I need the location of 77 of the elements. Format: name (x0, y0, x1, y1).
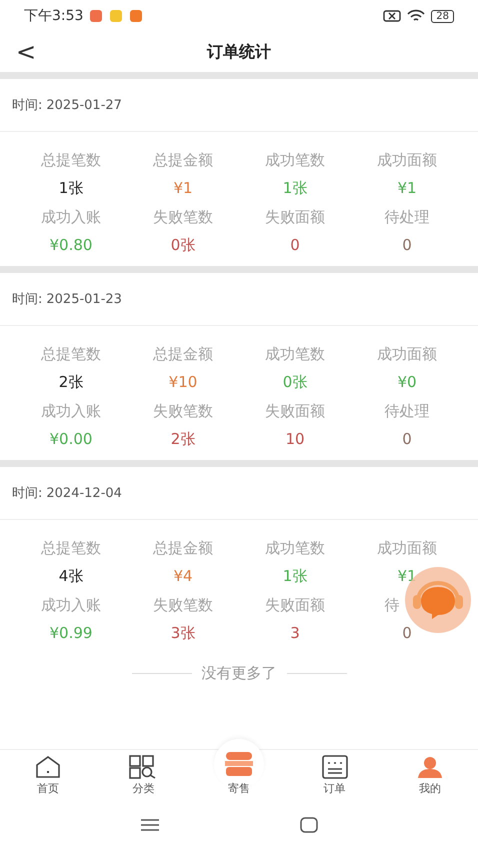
stat-value: 0 (402, 429, 412, 450)
tab-item[interactable]: 首页 (0, 750, 96, 800)
stat-value: 3 (290, 623, 300, 644)
date-label: 时间: (12, 291, 42, 308)
stat-value: 2张 (170, 429, 196, 450)
app-icon (109, 9, 124, 23)
headset-chat-icon (412, 579, 464, 621)
back-button[interactable]: < (10, 36, 42, 68)
stat-label: 总提笔数 (41, 344, 101, 365)
stat-value: 0 (290, 235, 300, 256)
notification-icon (89, 9, 104, 23)
stat-value: ¥10 (168, 372, 198, 393)
stat-label: 成功入账 (41, 207, 101, 228)
stat-label: 成功笔数 (265, 538, 325, 559)
sim-icon (383, 9, 402, 23)
stat-value: 3张 (170, 623, 196, 644)
stat-value: ¥0 (397, 372, 417, 393)
tab-item[interactable]: 订单 (286, 750, 382, 800)
stat-value: 1张 (282, 566, 308, 587)
stat-label: 总提笔数 (41, 538, 101, 559)
tab-item[interactable]: 分类 (96, 750, 192, 800)
app-icon (129, 9, 144, 23)
stat-label: 成功入账 (41, 595, 101, 616)
stat-value: 1张 (58, 178, 84, 199)
record-date: 2025-01-23 (46, 292, 122, 306)
stat-label: 待处理 (384, 207, 430, 228)
stat-label: 待处理 (384, 401, 430, 422)
tab-item[interactable]: 我的 (382, 750, 478, 800)
battery-level: 28 (431, 10, 454, 22)
stat-value: ¥4 (173, 566, 193, 587)
list-icon (322, 755, 348, 779)
stat-value: 10 (285, 429, 305, 450)
stat-value: 0 (402, 623, 412, 644)
date-label: 时间: (12, 97, 42, 114)
stat-label: 失败笔数 (153, 401, 213, 422)
stat-label: 成功面额 (377, 538, 437, 559)
stat-label: 成功面额 (377, 150, 437, 171)
stat-label: 成功入账 (41, 401, 101, 422)
status-time: 下午3:53 (24, 7, 84, 25)
record-date: 2025-01-27 (46, 98, 122, 112)
stat-value: 2张 (58, 372, 84, 393)
stat-label: 成功笔数 (265, 344, 325, 365)
date-label: 时间: (12, 485, 42, 502)
person-icon (417, 755, 444, 779)
stat-label: 总提金额 (153, 538, 213, 559)
stat-label: 待 (384, 595, 400, 616)
stat-label: 失败面额 (265, 595, 325, 616)
stat-label: 失败笔数 (153, 207, 213, 228)
stat-label: 成功笔数 (265, 150, 325, 171)
stat-label: 总提金额 (153, 344, 213, 365)
stat-value: ¥1 (397, 566, 417, 587)
record-date: 2024-12-04 (46, 486, 122, 500)
wifi-icon (407, 9, 426, 23)
stat-label: 成功面额 (377, 344, 437, 365)
end-note: 没有更多了 (202, 664, 276, 683)
stat-value: ¥1 (173, 178, 193, 199)
grid-search-icon (129, 755, 158, 779)
menu-icon[interactable] (140, 818, 160, 832)
home-button-icon[interactable] (300, 817, 318, 833)
stat-value: ¥0.00 (50, 429, 92, 450)
stat-label: 失败面额 (265, 207, 325, 228)
stat-value: 4张 (58, 566, 84, 587)
stat-value: ¥0.80 (50, 235, 92, 256)
stat-label: 失败面额 (265, 401, 325, 422)
tab-item[interactable]: 寄售 (191, 736, 287, 800)
stat-value: 0张 (170, 235, 196, 256)
stat-label: 总提笔数 (41, 150, 101, 171)
home-icon (34, 755, 61, 779)
stat-value: 1张 (282, 178, 308, 199)
stat-value: ¥1 (397, 178, 417, 199)
store-icon (224, 751, 254, 777)
stat-value: 0 (402, 235, 412, 256)
page-title: 订单统计 (207, 42, 271, 62)
stat-label: 总提金额 (153, 150, 213, 171)
stat-value: ¥0.99 (50, 623, 92, 644)
stat-value: 0张 (282, 372, 308, 393)
stat-label: 失败笔数 (153, 595, 213, 616)
